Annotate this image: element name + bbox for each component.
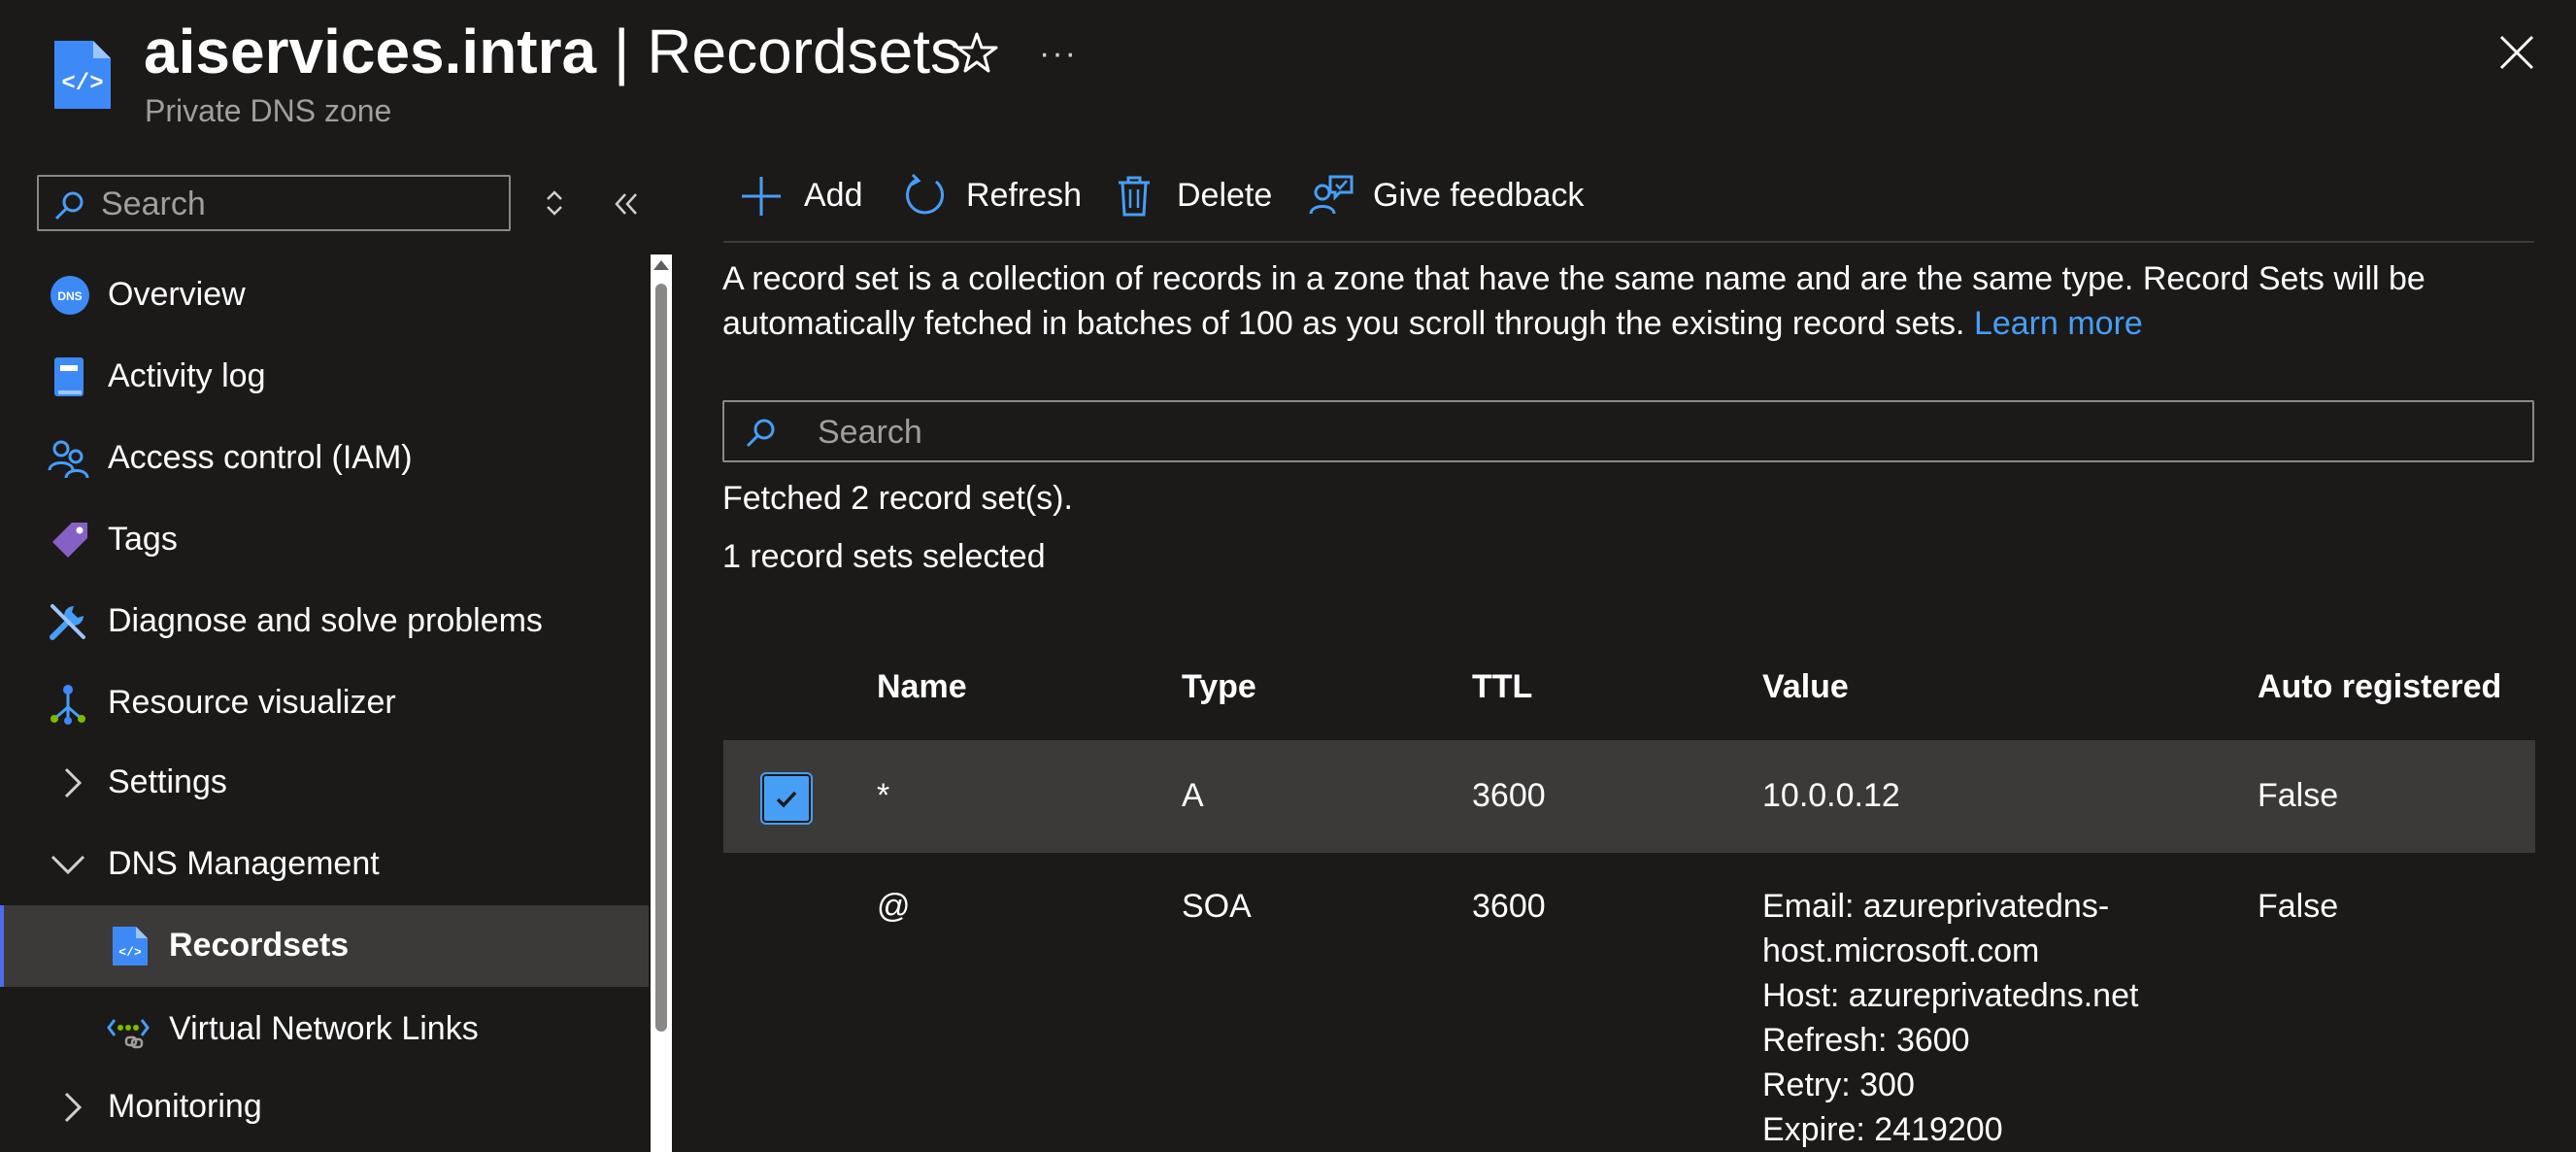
sidebar-search-placeholder: Search — [101, 186, 206, 222]
column-header-auto-registered[interactable]: Auto registered — [2258, 668, 2501, 706]
sidebar-item-diagnose[interactable]: Diagnose and solve problems — [0, 581, 649, 662]
cell-auto-registered: False — [2258, 888, 2339, 925]
collapse-sidebar-icon[interactable] — [612, 190, 641, 218]
sidebar-item-virtual-network-links[interactable]: Virtual Network Links — [0, 989, 649, 1070]
sidebar-item-activity-log[interactable]: Activity log — [0, 336, 649, 418]
page-title: aiservices.intra | Recordsets — [144, 12, 961, 91]
refresh-icon — [906, 173, 944, 215]
sidebar-item-label: Tags — [108, 521, 178, 558]
add-button-label: Add — [804, 177, 863, 214]
sidebar-item-label: Overview — [108, 276, 246, 313]
recordsets-description: A record set is a collection of records … — [722, 256, 2519, 346]
cell-value: Email: azureprivatedns- host.microsoft.c… — [1762, 884, 2138, 1152]
sidebar-item-label: Recordsets — [169, 927, 350, 964]
delete-button-label: Delete — [1177, 177, 1273, 214]
recordsets-search-placeholder: Search — [818, 414, 922, 451]
cell-type: A — [1182, 777, 1204, 814]
sidebar-item-monitoring[interactable]: Monitoring — [0, 1067, 649, 1148]
svg-text:</>: </> — [118, 945, 142, 960]
zone-name: aiservices.intra — [144, 17, 597, 86]
svg-text:DNS: DNS — [57, 289, 82, 303]
tag-icon — [49, 519, 91, 561]
search-icon — [746, 419, 775, 448]
sidebar-item-label: Diagnose and solve problems — [108, 602, 543, 639]
sidebar-item-recordsets[interactable]: </> Recordsets — [0, 905, 649, 987]
fetched-status: Fetched 2 record set(s). — [722, 480, 1073, 517]
sidebar-item-label: Resource visualizer — [108, 684, 396, 721]
add-button[interactable]: Add — [740, 169, 876, 223]
column-header-name[interactable]: Name — [877, 668, 967, 706]
sidebar-item-resource-visualizer[interactable]: Resource visualizer — [0, 662, 649, 744]
cell-name: * — [877, 777, 890, 814]
refresh-button-label: Refresh — [966, 177, 1083, 214]
value-line: Host: azureprivatedns.net — [1762, 977, 2139, 1014]
chevron-right-icon — [52, 1086, 95, 1129]
sidebar-item-label: Settings — [108, 763, 227, 800]
selected-count-status: 1 record sets selected — [722, 538, 1046, 575]
cell-type: SOA — [1182, 888, 1252, 925]
value-line: Expire: 2419200 — [1762, 1111, 2003, 1148]
sidebar-item-label: Access control (IAM) — [108, 439, 413, 476]
sidebar-item-settings[interactable]: Settings — [0, 742, 649, 824]
refresh-button[interactable]: Refresh — [903, 169, 1083, 223]
learn-more-link[interactable]: Learn more — [1974, 305, 2143, 342]
sidebar-item-dns-management[interactable]: DNS Management — [0, 824, 649, 905]
column-header-ttl[interactable]: TTL — [1472, 668, 1532, 706]
people-icon — [47, 437, 89, 480]
column-header-type[interactable]: Type — [1182, 668, 1256, 706]
sidebar-item-label: DNS Management — [108, 845, 380, 882]
hierarchy-icon — [47, 682, 89, 725]
sidebar-item-access-control[interactable]: Access control (IAM) — [0, 418, 649, 499]
activity-log-icon — [49, 356, 91, 398]
private-dns-zone-icon: </> — [50, 39, 115, 111]
feedback-icon — [1309, 175, 1354, 215]
cell-value: 10.0.0.12 — [1762, 777, 1900, 814]
sidebar-scrollbar-thumb[interactable] — [655, 284, 667, 1032]
cell-auto-registered: False — [2258, 777, 2339, 814]
page-subtitle: Private DNS zone — [145, 93, 392, 128]
chevron-right-icon — [52, 762, 95, 804]
selection-indicator — [0, 905, 4, 987]
sidebar-item-label: Monitoring — [108, 1088, 262, 1125]
close-icon[interactable] — [2497, 33, 2536, 72]
scroll-up-arrow-icon[interactable] — [652, 258, 671, 272]
sidebar-item-label: Virtual Network Links — [169, 1010, 479, 1047]
more-options-button[interactable]: ··· — [1039, 35, 1078, 73]
plus-icon — [742, 177, 781, 216]
trash-icon — [1119, 176, 1150, 217]
row-checkbox[interactable] — [760, 772, 813, 825]
value-line: Email: azureprivatedns- — [1762, 888, 2110, 925]
wrench-icon — [47, 600, 89, 643]
checkmark-icon — [776, 791, 797, 808]
svg-text:</>: </> — [61, 71, 103, 97]
network-link-icon — [107, 1008, 150, 1051]
sidebar-item-label: Activity log — [108, 357, 266, 394]
sidebar-item-overview[interactable]: DNS Overview — [0, 254, 649, 336]
chevron-down-icon — [47, 843, 89, 886]
sidebar-search-input[interactable]: Search — [37, 175, 511, 231]
value-line: Refresh: 3600 — [1762, 1022, 1970, 1059]
sidebar-item-tags[interactable]: Tags — [0, 499, 649, 581]
recordsets-search-input[interactable]: Search — [722, 400, 2534, 462]
favorite-star-icon[interactable] — [953, 29, 1000, 76]
dns-icon: DNS — [49, 274, 91, 317]
toolbar-divider — [723, 241, 2534, 243]
value-line: Retry: 300 — [1762, 1067, 1915, 1103]
column-header-value[interactable]: Value — [1762, 668, 1849, 706]
description-text: A record set is a collection of records … — [722, 260, 2425, 342]
cell-name: @ — [877, 888, 911, 925]
delete-button[interactable]: Delete — [1115, 169, 1275, 223]
cell-ttl: 3600 — [1472, 777, 1546, 814]
sort-updown-icon[interactable] — [540, 186, 569, 220]
value-line: host.microsoft.com — [1762, 932, 2040, 969]
recordset-file-icon: </> — [109, 925, 151, 967]
give-feedback-button[interactable]: Give feedback — [1309, 169, 1585, 223]
page-title-suffix: | Recordsets — [596, 17, 961, 86]
search-icon — [54, 191, 84, 220]
give-feedback-button-label: Give feedback — [1373, 177, 1585, 214]
cell-ttl: 3600 — [1472, 888, 1546, 925]
